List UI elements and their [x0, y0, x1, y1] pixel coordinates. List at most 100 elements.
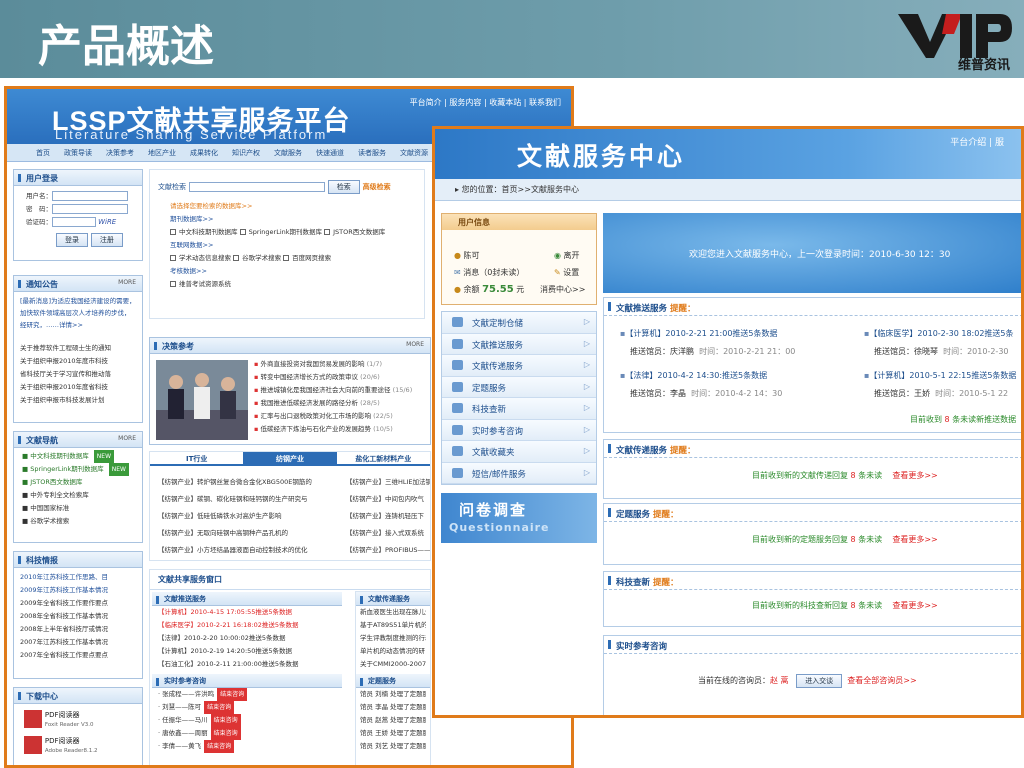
deliver-item[interactable]: 单片机的动态情况的研: [360, 645, 426, 658]
doc-nav-item[interactable]: SpringerLink期刊数据库: [30, 465, 103, 473]
nav-item[interactable]: 成果转化: [183, 144, 225, 161]
topic-item[interactable]: 馆员 王娇 处理了定题服务：转变中国经济增长方式的政策: [360, 727, 426, 740]
push-item[interactable]: 【计算机】2010-2-19 14:20:50推送5条数据: [158, 645, 336, 658]
checkbox[interactable]: [170, 229, 176, 235]
nav-item[interactable]: 政策导读: [57, 144, 99, 161]
consume-center-link[interactable]: 消费中心>>: [540, 284, 585, 295]
doc-nav-item[interactable]: 中文科技期刊数据库: [30, 452, 89, 460]
checkbox[interactable]: [170, 255, 176, 261]
industry-item[interactable]: 【纺钢产业】小方坯结晶器液面自动控制技术的优化: [158, 542, 326, 559]
decision-item[interactable]: 转变中国经济增长方式的政策审议: [260, 373, 358, 381]
nav-item[interactable]: 首页: [29, 144, 57, 161]
sci-item[interactable]: 2009年江苏科技工作基本情况: [20, 584, 136, 597]
topic-item[interactable]: 馆员 赵蒿 处理了定题服务：关于IPv6研究的最新文章: [360, 714, 426, 727]
see-more-link[interactable]: 查看更多>>: [892, 535, 937, 544]
menu-sms-email[interactable]: 短信/邮件服务 ▷: [442, 462, 596, 484]
sci-item[interactable]: 2007年全省科技工作要点要点: [20, 649, 136, 662]
see-more-link[interactable]: 查看更多>>: [892, 471, 937, 480]
menu-consult[interactable]: 实时参考咨询 ▷: [442, 419, 596, 441]
decision-item[interactable]: 外商直接投资对我国贸易发展的影响: [260, 360, 364, 368]
enter-chat-button[interactable]: 进入交谈: [796, 674, 843, 688]
consult-item[interactable]: 李倩——黄飞: [162, 742, 201, 750]
more-link[interactable]: MORE: [406, 341, 424, 348]
end-consult-badge[interactable]: 结束咨询: [210, 714, 241, 727]
notice-item[interactable]: 关于组织申报2010年度市科技: [20, 355, 136, 368]
industry-item[interactable]: 【纺钢产业】连铸机轻压下: [346, 508, 430, 525]
menu-custom-storage[interactable]: 文献定制仓储 ▷: [442, 312, 596, 334]
nav-item[interactable]: 地区产业: [141, 144, 183, 161]
consult-item[interactable]: 任振华——马川: [162, 716, 208, 724]
push-entry[interactable]: 【计算机】2010-2-21 21:00推送5条数据: [625, 329, 777, 338]
questionnaire-banner[interactable]: 问卷调查 Questionnaire: [441, 493, 597, 543]
topic-item[interactable]: 馆员 刘楠 处理了定题服务：请教外文期刊检索问题: [360, 688, 426, 701]
push-footer-b[interactable]: 条未读新推送数据: [952, 415, 1016, 424]
push-entry[interactable]: 【法律】2010-4-2 14:30:推送5条数据: [625, 371, 767, 380]
nav-item[interactable]: 文献资源: [393, 144, 435, 161]
sci-item[interactable]: 2009年全省科技工作要作要点: [20, 597, 136, 610]
consult-item[interactable]: 唐依鑫——周丽: [162, 729, 208, 737]
adobe-reader-link[interactable]: PDF阅读器 Adobe Reader8.1.2: [14, 734, 142, 756]
checkbox[interactable]: [324, 229, 331, 235]
push-item[interactable]: 【临床医学】2010-2-21 16:18:02推送5条数据: [158, 619, 336, 632]
checkbox[interactable]: [283, 255, 290, 261]
login-button[interactable]: 登录: [56, 233, 88, 247]
push-entry[interactable]: 【计算机】2010-5-1 22:15推送5条数据: [869, 371, 1016, 380]
decision-item[interactable]: 低碳经济下炼油与石化产业的发展趋势: [260, 425, 371, 433]
industry-item[interactable]: 【纺钢产业】中间包内吹气: [346, 491, 430, 508]
industry-item[interactable]: 【纺钢产业】三维HLIE加法钢: [346, 474, 430, 491]
menu-favorites[interactable]: 文献收藏夹 ▷: [442, 441, 596, 463]
lssp-top-links[interactable]: 平台简介 | 服务内容 | 收藏本站 | 联系我们: [410, 97, 561, 108]
menu-novelty[interactable]: 科技查新 ▷: [442, 398, 596, 420]
sci-item[interactable]: 2008年上半年省科技厅或情况: [20, 623, 136, 636]
doc-nav-item[interactable]: JSTOR西文数据库: [30, 478, 82, 486]
search-input[interactable]: [188, 181, 325, 192]
more-link[interactable]: MORE: [118, 279, 136, 286]
doc-nav-item[interactable]: 谷歌学术搜索: [30, 517, 69, 525]
doc-nav-item[interactable]: 中国国家标准: [30, 504, 69, 512]
sci-item[interactable]: 2007年江苏科技工作基本情况: [20, 636, 136, 649]
advanced-search-link[interactable]: 高级检索: [363, 183, 391, 191]
captcha-field[interactable]: [52, 217, 96, 227]
more-link[interactable]: MORE: [118, 435, 136, 442]
nav-item[interactable]: 知识产权: [225, 144, 267, 161]
service-center-top-links[interactable]: 平台介绍 | 服: [950, 135, 1004, 148]
see-more-link[interactable]: 查看更多>>: [892, 601, 937, 610]
tab-steel[interactable]: 纺钢产业: [243, 452, 337, 464]
menu-topic[interactable]: 定题服务 ▷: [442, 376, 596, 398]
checkbox[interactable]: [233, 255, 240, 261]
settings-link[interactable]: 设置: [563, 268, 579, 277]
nav-item[interactable]: 读者服务: [351, 144, 393, 161]
consult-item[interactable]: 刘慧——陈可: [162, 703, 201, 711]
push-item[interactable]: 【石油工化】2010-2-11 21:00:00推送5条数据: [158, 658, 336, 671]
tab-it[interactable]: IT行业: [150, 452, 243, 464]
notice-headline[interactable]: [最新消息]为适应我国经济建设的需要，加快软件领域高层次人才培养的步伐，经研究，…: [14, 292, 142, 342]
nav-item[interactable]: 文献服务: [267, 144, 309, 161]
username-field[interactable]: [52, 191, 128, 201]
industry-item[interactable]: 【纺钢产业】无取向硅钢中高钢种产品孔机的: [158, 525, 326, 542]
deliver-item[interactable]: 学生评教制度推测的行动: [360, 632, 426, 645]
tab-chem[interactable]: 盐化工新材料产业: [337, 452, 430, 464]
password-field[interactable]: [52, 204, 128, 214]
all-consultants-link[interactable]: 查看全部咨询员>>: [847, 676, 916, 685]
push-item[interactable]: 【计算机】2010-4-15 17:05:55推送5条数据: [158, 606, 336, 619]
sci-item[interactable]: 2008年全省科技工作基本情况: [20, 610, 136, 623]
sci-item[interactable]: 2010年江苏科技工作思路、目: [20, 571, 136, 584]
breadcrumb-text[interactable]: 您的位置：首页>>文献服务中心: [462, 185, 579, 194]
logout-link[interactable]: 离开: [564, 251, 580, 260]
notice-item[interactable]: 关于推荐软件工程硕士生的通知: [20, 342, 136, 355]
push-item[interactable]: 【法律】2010-2-20 10:00:02推送5条数据: [158, 632, 336, 645]
decision-item[interactable]: 汇率与出口退税政策对化工市场的影响: [260, 412, 371, 420]
end-consult-badge[interactable]: 结束咨询: [204, 740, 235, 753]
topic-item[interactable]: 馆员 李晶 处理了定题服务：关于IPv6研究的最新文章: [360, 701, 426, 714]
messages-link[interactable]: 消息（0封未读）: [463, 268, 524, 277]
foxit-reader-link[interactable]: PDF阅读器 Foxit Reader V3.0: [14, 704, 142, 734]
nav-item[interactable]: 决策参考: [99, 144, 141, 161]
notice-item[interactable]: 关于组织申报2010年度省科技: [20, 381, 136, 394]
end-consult-badge[interactable]: 结束咨询: [204, 701, 235, 714]
menu-push[interactable]: 文献推送服务 ▷: [442, 333, 596, 355]
topic-item[interactable]: 馆员 刘艺 处理了定题服务：高新技术企业认定管理工作: [360, 740, 426, 753]
decision-item[interactable]: 推进城镇化是我国经济社会大向前的重要途径: [260, 386, 390, 394]
register-button[interactable]: 注册: [90, 233, 123, 247]
end-consult-badge[interactable]: 结束咨询: [217, 688, 248, 701]
consult-item[interactable]: 张成程——许洪鸣: [162, 690, 214, 698]
